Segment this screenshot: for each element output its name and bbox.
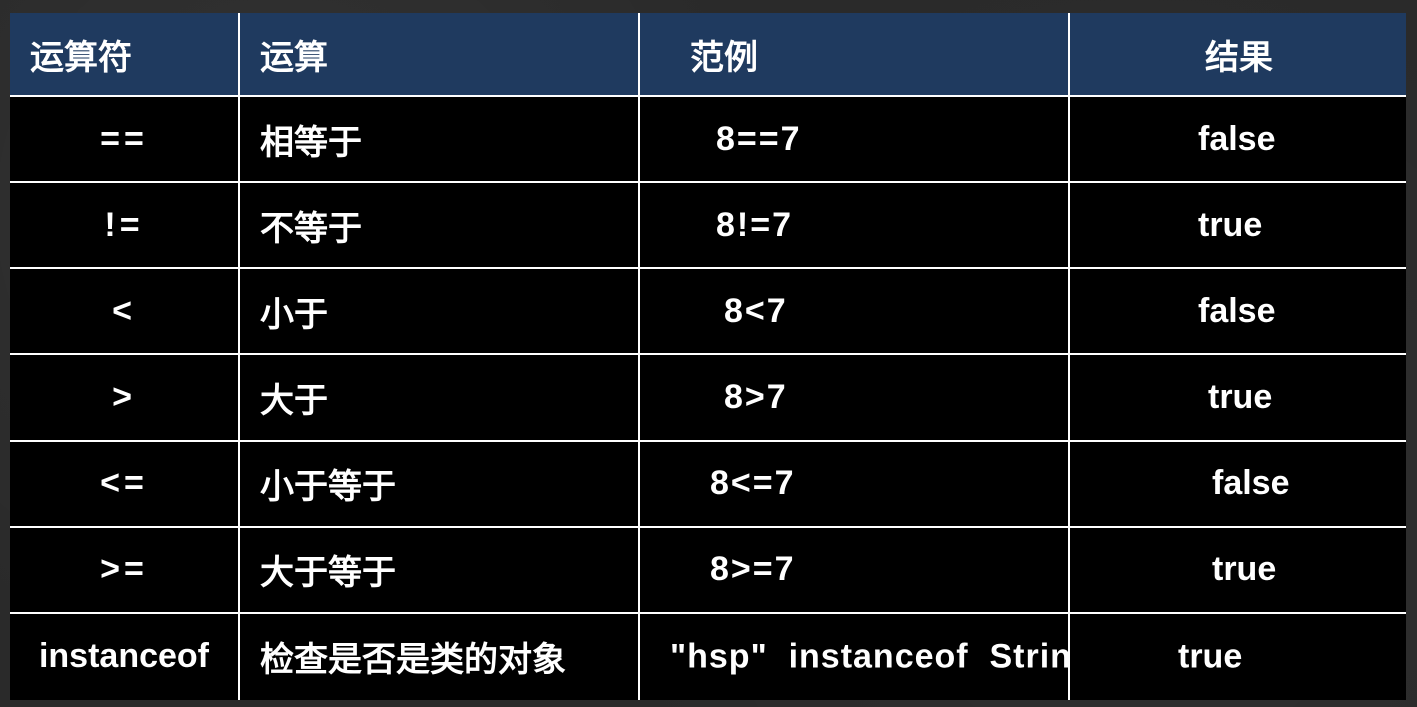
- operator-cell: <: [10, 269, 240, 356]
- result-cell: true: [1070, 527, 1406, 614]
- table-row: >= 大于等于 8>=7 true: [10, 527, 1406, 614]
- example-cell: 8>7: [640, 355, 1070, 442]
- result-cell: false: [1070, 97, 1406, 184]
- operator-cell: <=: [10, 441, 240, 528]
- table-row: < 小于 8<7 false: [10, 269, 1406, 356]
- comparison-operators-table: 运算符 运算 范例 结果 == 相等于 8==7 false != 不等于 8!…: [10, 13, 1406, 700]
- operation-cell: 大于: [240, 355, 640, 442]
- operator-cell: !=: [10, 183, 240, 270]
- example-cell: "hsp" instanceof String: [640, 613, 1093, 700]
- table-body: == 相等于 8==7 false != 不等于 8!=7 true < 小于 …: [10, 97, 1406, 700]
- header-row: 运算符 运算 范例 结果: [10, 13, 1406, 97]
- result-text: true: [1178, 637, 1243, 676]
- table-row: instanceof 检查是否是类的对象 "hsp" instanceof St…: [10, 613, 1406, 700]
- operation-cell: 大于等于: [240, 527, 640, 614]
- example-cell: 8>=7: [640, 527, 1070, 614]
- operator-cell: instanceof: [10, 613, 240, 700]
- header-example: 范例: [640, 13, 1070, 97]
- operation-cell: 小于: [240, 269, 640, 356]
- header-operation: 运算: [240, 13, 640, 97]
- example-cell: 8<=7: [640, 441, 1070, 528]
- operator-cell: >=: [10, 527, 240, 614]
- table-row: <= 小于等于 8<=7 false: [10, 441, 1406, 528]
- example-cell: 8==7: [640, 97, 1070, 184]
- header-operator: 运算符: [10, 13, 240, 97]
- example-cell: 8<7: [640, 269, 1070, 356]
- operation-cell: 检查是否是类的对象: [240, 613, 640, 700]
- result-cell: true: [1070, 355, 1406, 442]
- example-text: "hsp" instanceof String: [670, 637, 1094, 676]
- result-cell: true: [1070, 613, 1406, 700]
- operator-cell: ==: [10, 97, 240, 184]
- operator-cell: >: [10, 355, 240, 442]
- result-cell: true: [1070, 183, 1406, 270]
- table-row: != 不等于 8!=7 true: [10, 183, 1406, 270]
- table-row: > 大于 8>7 true: [10, 355, 1406, 442]
- operation-cell: 相等于: [240, 97, 640, 184]
- operators-table-grid: 运算符 运算 范例 结果 == 相等于 8==7 false != 不等于 8!…: [10, 13, 1406, 700]
- example-cell: 8!=7: [640, 183, 1070, 270]
- header-result: 结果: [1070, 13, 1406, 97]
- result-cell: false: [1070, 441, 1406, 528]
- table-header: 运算符 运算 范例 结果: [10, 13, 1406, 97]
- operation-cell: 不等于: [240, 183, 640, 270]
- operation-cell: 小于等于: [240, 441, 640, 528]
- table-row: == 相等于 8==7 false: [10, 97, 1406, 184]
- result-cell: false: [1070, 269, 1406, 356]
